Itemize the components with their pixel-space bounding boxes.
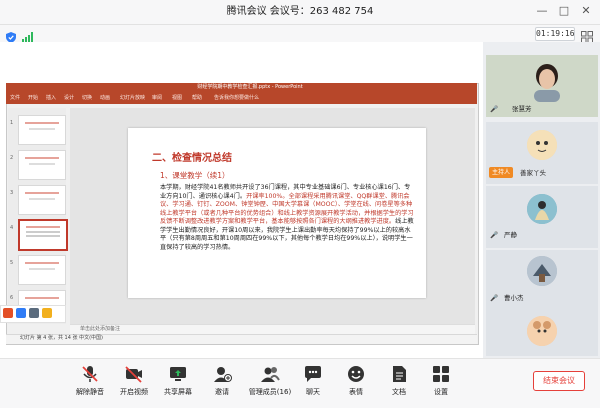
ppt-tell-me[interactable]: 告诉我你想要做什么 — [214, 92, 259, 104]
thumb-number: 2 — [10, 155, 14, 161]
host-badge: 主持人 — [489, 167, 513, 178]
participant-name: 善家丫头 — [520, 169, 546, 177]
minimize-button[interactable]: — — [534, 3, 550, 19]
info-bar — [0, 25, 600, 42]
ppt-tab-slideshow[interactable]: 幻灯片放映 — [120, 92, 145, 104]
ppt-tab-review[interactable]: 审阅 — [152, 92, 162, 104]
document-icon — [389, 364, 409, 384]
emoji-icon — [346, 364, 366, 384]
ppt-tab-design[interactable]: 设计 — [64, 92, 74, 104]
settings-icon — [431, 364, 451, 384]
chat-icon — [303, 364, 323, 384]
slide-thumbnail[interactable] — [18, 185, 66, 215]
security-shield-icon[interactable] — [6, 28, 16, 43]
mic-muted-icon — [80, 364, 100, 384]
settings-label: 设置 — [434, 388, 448, 396]
slide-subheading: 1、课堂教学（续1） — [160, 171, 230, 180]
thumb-number: 6 — [10, 295, 14, 301]
mic-muted-icon: 🎤 — [490, 231, 499, 239]
participant-mic-icon: 🎤 — [490, 105, 499, 113]
close-button[interactable]: ✕ — [578, 3, 594, 19]
participant-name: 严静 — [504, 231, 517, 239]
meeting-title: 腾讯会议 会议号：263 482 754 — [226, 6, 374, 17]
ppt-status-text: 幻灯片 第 4 张，共 14 张 中文(中国) — [20, 335, 103, 341]
thumb-number: 5 — [10, 260, 14, 266]
slide-thumbnail[interactable] — [18, 150, 66, 180]
app-blue-icon[interactable] — [16, 308, 26, 318]
participant-portrait — [530, 62, 564, 102]
avatar — [527, 130, 557, 160]
camera-off-icon — [124, 364, 144, 384]
avatar — [527, 256, 557, 286]
participant-name: 张慧芳 — [512, 105, 532, 113]
slide-body: 本学期，财经学院41名教师共开设了36门课程，其中专业基础课6门、专业核心课16… — [160, 184, 415, 252]
slide-thumbnail[interactable] — [18, 115, 66, 145]
thumb-number: 1 — [10, 120, 14, 126]
participant-name: 曹小杰 — [504, 294, 524, 302]
ppt-tab-home[interactable]: 开始 — [28, 92, 38, 104]
invite-icon — [212, 364, 232, 384]
ppt-tab-file[interactable]: 文件 — [10, 92, 20, 104]
settings-button[interactable]: 设置 — [414, 361, 468, 403]
layout-grid-icon[interactable] — [581, 28, 593, 43]
app-yellow-icon[interactable] — [42, 308, 52, 318]
app-s-icon[interactable] — [3, 308, 13, 318]
ppt-tab-animations[interactable]: 动画 — [100, 92, 110, 104]
slide-heading: 二、检查情况总结 — [152, 153, 232, 164]
slide-thumbnail-active[interactable] — [18, 219, 68, 251]
ppt-tab-insert[interactable]: 插入 — [46, 92, 56, 104]
ppt-tab-view[interactable]: 视图 — [172, 92, 182, 104]
share-screen-icon — [168, 364, 188, 384]
avatar — [527, 194, 557, 224]
thumb-number: 4 — [10, 225, 14, 231]
ppt-title: 财经学院期中教学检查汇报.pptx - PowerPoint — [197, 84, 303, 90]
meeting-timer: 01:19:16 — [535, 27, 575, 41]
maximize-button[interactable]: □ — [556, 3, 572, 19]
app-gray-icon[interactable] — [29, 308, 39, 318]
ppt-tab-help[interactable]: 帮助 — [192, 92, 202, 104]
signal-strength-icon[interactable] — [22, 28, 34, 43]
end-meeting-button[interactable]: 结束会议 — [533, 371, 585, 391]
notes-placeholder: 单击此处添加备注 — [80, 326, 121, 332]
members-icon — [260, 364, 280, 384]
avatar — [527, 316, 557, 346]
slide-thumbnail[interactable] — [18, 255, 66, 285]
ppt-tab-transitions[interactable]: 切换 — [82, 92, 92, 104]
mic-muted-icon: 🎤 — [490, 294, 499, 302]
thumb-number: 3 — [10, 190, 14, 196]
